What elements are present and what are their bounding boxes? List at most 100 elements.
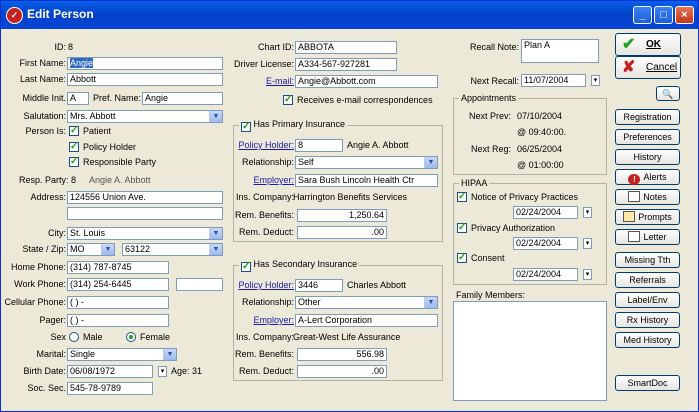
registration-button[interactable]: Registration: [615, 109, 680, 125]
city-value: St. Louis: [70, 228, 106, 238]
rx-history-button[interactable]: Rx History: [615, 312, 680, 328]
address-line2-input[interactable]: [67, 207, 223, 220]
policy-holder-label: Policy Holder: [83, 142, 137, 152]
notice-privacy-date-input[interactable]: 02/24/2004: [513, 206, 578, 219]
email-input[interactable]: Angie@Abbott.com: [295, 75, 438, 88]
preferences-button[interactable]: Preferences: [615, 129, 680, 145]
minimize-button[interactable]: _: [633, 6, 652, 24]
policy-holder-checkbox[interactable]: ✓: [69, 142, 79, 152]
label-env-button[interactable]: Label/Env: [615, 292, 680, 308]
chevron-down-icon[interactable]: ▼: [424, 297, 437, 308]
primary-rem-deduct-input[interactable]: .00: [297, 226, 387, 239]
prompts-button[interactable]: Prompts: [615, 209, 680, 225]
chevron-down-icon[interactable]: ▼: [209, 228, 222, 239]
salutation-select[interactable]: Mrs. Abbott ▼: [67, 110, 223, 123]
date-picker-icon[interactable]: ▾: [583, 238, 592, 249]
primary-relationship-label: Relationship:: [241, 157, 294, 167]
primary-employer-link[interactable]: Employer:: [233, 175, 294, 185]
next-recall-input[interactable]: 11/07/2004: [521, 74, 586, 87]
primary-employer-input[interactable]: Sara Bush Lincoln Health Ctr: [295, 174, 438, 187]
title-bar[interactable]: ✓ Edit Person _ □ ×: [1, 1, 698, 29]
next-prev-date: 07/10/2004: [517, 111, 563, 121]
ssn-input[interactable]: 545-78-9789: [67, 382, 153, 395]
primary-policy-holder-link[interactable]: Policy Holder:: [233, 140, 294, 150]
state-select[interactable]: MO ▼: [67, 243, 115, 256]
check-icon: ✔: [622, 36, 636, 53]
secondary-employer-link[interactable]: Employer:: [233, 315, 294, 325]
home-phone-input[interactable]: (314) 787-8745: [67, 261, 169, 274]
zip-select[interactable]: 63122 ▼: [122, 243, 223, 256]
secondary-rem-deduct-label: Rem. Deduct:: [238, 366, 294, 376]
email-link[interactable]: E-mail:: [241, 76, 294, 86]
notes-button[interactable]: Notes: [615, 189, 680, 205]
receives-email-checkbox[interactable]: ✓: [283, 95, 293, 105]
work-ext-input[interactable]: [176, 278, 223, 291]
secondary-rem-deduct-input[interactable]: .00: [297, 365, 387, 378]
has-primary-insurance-checkbox[interactable]: ✓: [241, 122, 251, 132]
primary-relationship-select[interactable]: Self ▼: [295, 156, 438, 169]
has-secondary-insurance-checkbox[interactable]: ✓: [241, 262, 251, 272]
first-name-input[interactable]: Angie: [67, 57, 223, 70]
marital-select[interactable]: Single ▼: [67, 348, 177, 361]
middle-initial-input[interactable]: A: [67, 92, 89, 105]
smartdoc-button[interactable]: SmartDoc: [615, 375, 680, 391]
date-picker-icon[interactable]: ▾: [583, 269, 592, 280]
notice-privacy-checkbox[interactable]: ✓: [457, 192, 467, 202]
id-value: 8: [68, 42, 74, 52]
birth-date-input[interactable]: 06/08/1972: [67, 365, 153, 378]
secondary-policy-holder-link[interactable]: Policy Holder:: [233, 280, 294, 290]
date-picker-icon[interactable]: ▾: [583, 207, 592, 218]
secondary-employer-input[interactable]: A-Lert Corporation: [295, 314, 438, 327]
ok-button[interactable]: ✔ OK: [615, 33, 681, 56]
consent-date-input[interactable]: 02/24/2004: [513, 268, 578, 281]
date-picker-icon[interactable]: ▾: [158, 366, 167, 377]
work-phone-input[interactable]: (314) 254-6445: [67, 278, 169, 291]
history-button[interactable]: History: [615, 149, 680, 165]
hipaa-title: HIPAA: [459, 178, 490, 188]
secondary-rem-benefits-input[interactable]: 556.98: [297, 348, 387, 361]
privacy-authorization-date-input[interactable]: 02/24/2004: [513, 237, 578, 250]
birth-date-label: Birth Date:: [23, 366, 66, 376]
city-select[interactable]: St. Louis ▼: [67, 227, 223, 240]
alerts-button[interactable]: ! Alerts: [615, 169, 680, 185]
med-history-button[interactable]: Med History: [615, 332, 680, 348]
cancel-button[interactable]: ✘ Cancel: [615, 56, 681, 79]
maximize-button[interactable]: □: [654, 6, 673, 24]
responsible-party-checkbox[interactable]: ✓: [69, 157, 79, 167]
work-phone-label: Work Phone:: [14, 279, 66, 289]
chevron-down-icon[interactable]: ▼: [101, 244, 114, 255]
pager-input[interactable]: ( ) -: [67, 314, 169, 327]
primary-rem-benefits-input[interactable]: 1,250.64: [297, 209, 387, 222]
chevron-down-icon[interactable]: ▼: [209, 111, 222, 122]
license-input[interactable]: A334-567-927281: [295, 58, 397, 71]
chevron-down-icon[interactable]: ▼: [163, 349, 176, 360]
close-button[interactable]: ×: [675, 6, 694, 24]
address-line1-input[interactable]: 124556 Union Ave.: [67, 191, 223, 204]
chevron-down-icon[interactable]: ▼: [424, 157, 437, 168]
chart-id-input[interactable]: ABBOTA: [295, 41, 397, 54]
cell-phone-input[interactable]: ( ) -: [67, 296, 169, 309]
chevron-down-icon[interactable]: ▼: [209, 244, 222, 255]
primary-policy-holder-id-input[interactable]: 8: [295, 139, 343, 152]
secondary-relationship-select[interactable]: Other ▼: [295, 296, 438, 309]
missing-tth-button[interactable]: Missing Tth: [615, 252, 680, 268]
male-radio[interactable]: [69, 332, 79, 342]
pref-name-input[interactable]: Angie: [142, 92, 223, 105]
referrals-button[interactable]: Referrals: [615, 272, 680, 288]
patient-checkbox[interactable]: ✓: [69, 126, 79, 136]
last-name-input[interactable]: Abbott: [67, 73, 223, 86]
date-picker-icon[interactable]: ▾: [591, 75, 600, 86]
search-button[interactable]: 🔍: [656, 86, 680, 101]
consent-checkbox[interactable]: ✓: [457, 253, 467, 263]
privacy-authorization-checkbox[interactable]: ✓: [457, 223, 467, 233]
secondary-company-label: Ins. Company:: [236, 332, 295, 342]
address-label: Address:: [30, 192, 66, 202]
secondary-policy-holder-id-input[interactable]: 3446: [295, 279, 343, 292]
salutation-value: Mrs. Abbott: [70, 111, 116, 121]
female-radio[interactable]: [126, 332, 136, 342]
primary-insurance-title: Has Primary Insurance: [253, 119, 346, 129]
letter-button[interactable]: Letter: [615, 229, 680, 245]
family-members-list[interactable]: [453, 301, 607, 401]
first-name-label: First Name:: [19, 58, 66, 68]
recall-note-input[interactable]: Plan A: [521, 39, 599, 63]
